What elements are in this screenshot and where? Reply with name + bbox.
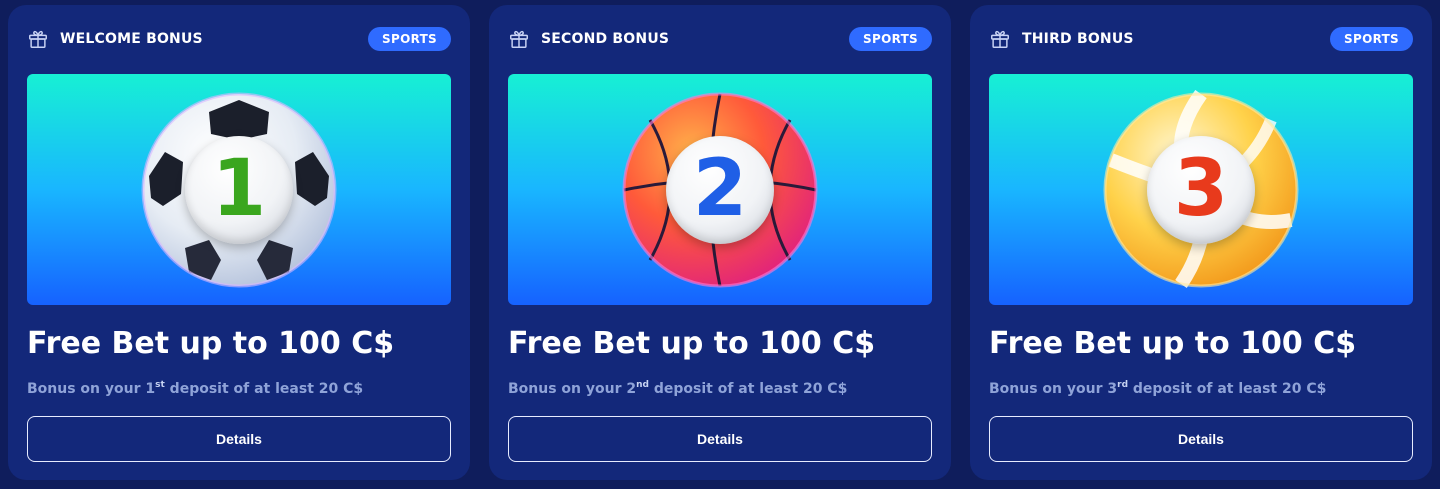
gift-icon	[508, 28, 530, 50]
sub-text-end: deposit of at least 20 C$	[164, 381, 364, 397]
bonus-title: WELCOME BONUS	[60, 31, 203, 47]
offer-title: Free Bet up to 100 C$	[989, 326, 1357, 361]
details-button[interactable]: Details	[989, 416, 1413, 462]
sub-text-end: deposit of at least 20 C$	[1128, 381, 1327, 397]
details-button[interactable]: Details	[508, 416, 932, 462]
ordinal-suffix: rd	[1117, 380, 1129, 390]
gift-icon	[27, 28, 49, 50]
bonus-card-third: THIRD BONUS SPORTS 3 Free Bet up to 100 …	[970, 5, 1432, 480]
offer-subtitle: Bonus on your 3rd deposit of at least 20…	[989, 375, 1422, 399]
sports-tag: SPORTS	[849, 27, 932, 51]
gift-icon	[989, 28, 1011, 50]
ordinal-suffix: nd	[636, 380, 649, 390]
ordinal-suffix: st	[155, 380, 165, 390]
sub-text-start: Bonus on your 2	[508, 381, 637, 397]
bonus-banner: 2	[508, 74, 932, 305]
card-header: SECOND BONUS SPORTS	[508, 27, 932, 51]
number-badge: 3	[1147, 135, 1255, 244]
card-header: WELCOME BONUS SPORTS	[27, 27, 451, 51]
number-badge: 2	[666, 135, 774, 244]
bonus-number: 3	[1173, 143, 1229, 234]
details-button[interactable]: Details	[27, 416, 451, 462]
bonus-number: 1	[211, 143, 267, 234]
bonus-cards-row: WELCOME BONUS SPORTS 1 Free Bet up to 10…	[0, 0, 1440, 489]
sub-text-start: Bonus on your 1	[27, 381, 156, 397]
sports-tag: SPORTS	[1330, 27, 1413, 51]
offer-subtitle: Bonus on your 2nd deposit of at least 20…	[508, 375, 941, 399]
bonus-title: THIRD BONUS	[1022, 31, 1134, 47]
bonus-card-second: SECOND BONUS SPORTS 2 Free Bet up to 100…	[489, 5, 951, 480]
bonus-card-welcome: WELCOME BONUS SPORTS 1 Free Bet up to 10…	[8, 5, 470, 480]
bonus-number: 2	[692, 143, 748, 234]
offer-subtitle: Bonus on your 1st deposit of at least 20…	[27, 375, 460, 399]
offer-title: Free Bet up to 100 C$	[27, 326, 395, 361]
offer-title: Free Bet up to 100 C$	[508, 326, 876, 361]
bonus-banner: 3	[989, 74, 1413, 305]
card-header: THIRD BONUS SPORTS	[989, 27, 1413, 51]
sub-text-start: Bonus on your 3	[989, 381, 1118, 397]
sports-tag: SPORTS	[368, 27, 451, 51]
bonus-title: SECOND BONUS	[541, 31, 670, 47]
sub-text-end: deposit of at least 20 C$	[648, 381, 848, 397]
number-badge: 1	[185, 135, 293, 244]
bonus-banner: 1	[27, 74, 451, 305]
